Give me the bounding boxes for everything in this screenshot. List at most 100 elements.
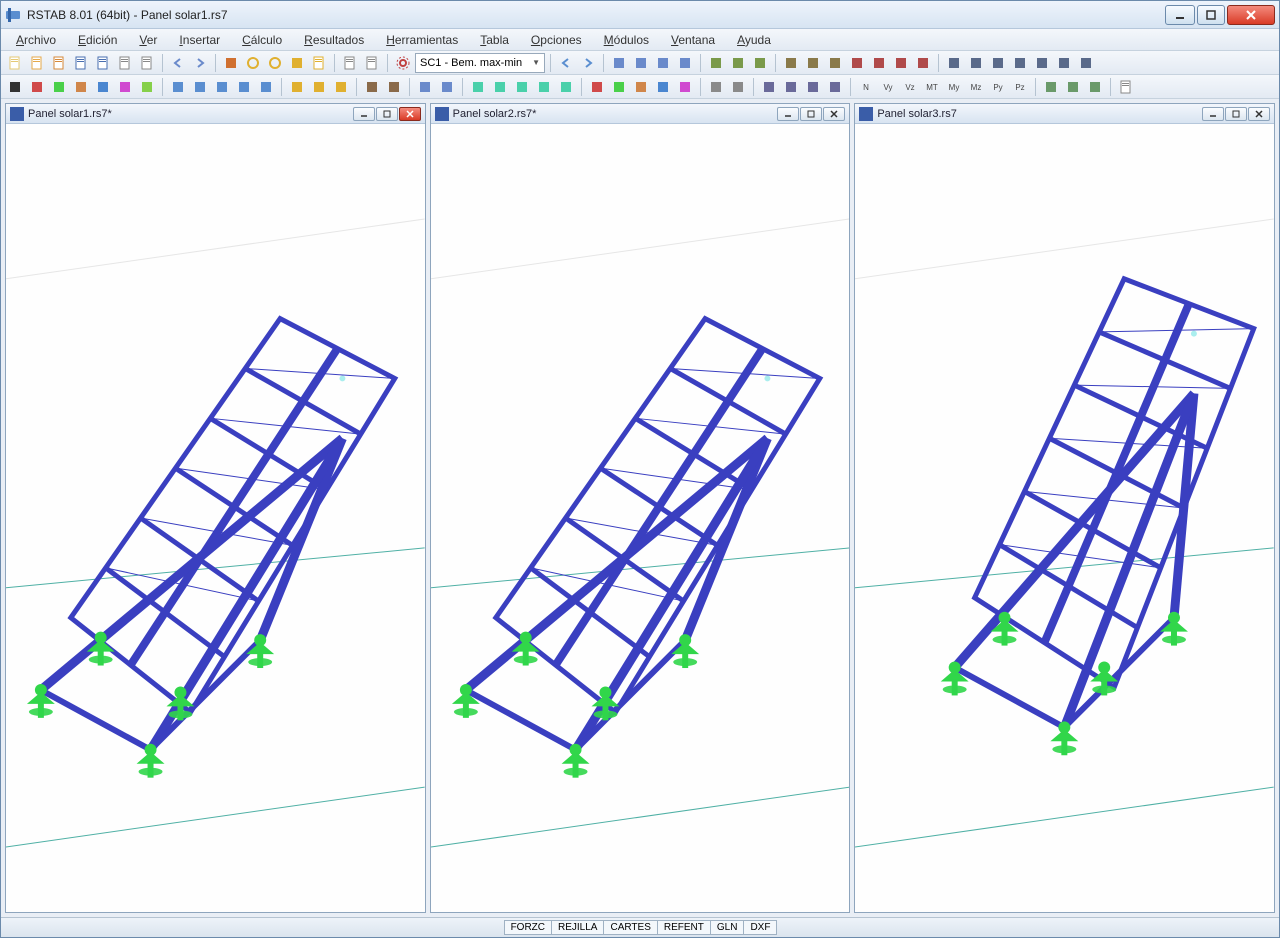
tool-c-button[interactable]: [988, 53, 1008, 73]
section-1-button[interactable]: [415, 77, 435, 97]
menu-edición[interactable]: Edición: [69, 30, 126, 50]
member-1-button[interactable]: [362, 77, 382, 97]
doc-maximize-button[interactable]: [1225, 107, 1247, 121]
edit-4-button[interactable]: [93, 77, 113, 97]
load-3-button[interactable]: [512, 77, 532, 97]
find-all-button[interactable]: [287, 53, 307, 73]
force-pz-button[interactable]: Pz: [1010, 77, 1030, 97]
menu-cálculo[interactable]: Cálculo: [233, 30, 291, 50]
minimize-button[interactable]: [1165, 5, 1195, 25]
load-case-combo[interactable]: SC1 - Bem. max-min▼: [415, 53, 545, 73]
extra-2-button[interactable]: [1063, 77, 1083, 97]
menu-herramientas[interactable]: Herramientas: [377, 30, 467, 50]
module-1-button[interactable]: [847, 53, 867, 73]
edit-1-button[interactable]: [27, 77, 47, 97]
node-3-button[interactable]: [212, 77, 232, 97]
maximize-button[interactable]: [1197, 5, 1225, 25]
force-vz-button[interactable]: Vz: [900, 77, 920, 97]
edit-5-button[interactable]: [115, 77, 135, 97]
menu-tabla[interactable]: Tabla: [471, 30, 518, 50]
redo-button[interactable]: [190, 53, 210, 73]
find-button[interactable]: [265, 53, 285, 73]
menu-insertar[interactable]: Insertar: [170, 30, 229, 50]
tool-a-button[interactable]: [944, 53, 964, 73]
grid-3-button[interactable]: [825, 53, 845, 73]
tool-e-button[interactable]: [1032, 53, 1052, 73]
menu-opciones[interactable]: Opciones: [522, 30, 591, 50]
load-1-button[interactable]: [468, 77, 488, 97]
doc-close-button[interactable]: [823, 107, 845, 121]
doc-minimize-button[interactable]: [1202, 107, 1224, 121]
menu-resultados[interactable]: Resultados: [295, 30, 373, 50]
new-button[interactable]: [5, 53, 25, 73]
extra-1-button[interactable]: [1041, 77, 1061, 97]
grid-1-button[interactable]: [781, 53, 801, 73]
node-1-button[interactable]: [168, 77, 188, 97]
results-3-button[interactable]: [653, 53, 673, 73]
node-2-button[interactable]: [190, 77, 210, 97]
load-4-button[interactable]: [534, 77, 554, 97]
tool-g-button[interactable]: [1076, 53, 1096, 73]
edit-6-button[interactable]: [137, 77, 157, 97]
axis-4-button[interactable]: [825, 77, 845, 97]
next-case-button[interactable]: [578, 53, 598, 73]
tool-b-button[interactable]: [966, 53, 986, 73]
viewport-3d[interactable]: [6, 124, 425, 912]
prev-case-button[interactable]: [556, 53, 576, 73]
force-mz-button[interactable]: Mz: [966, 77, 986, 97]
view-1-button[interactable]: [706, 53, 726, 73]
calc-button[interactable]: [393, 53, 413, 73]
status-forzc[interactable]: FORZC: [504, 920, 552, 935]
print-button[interactable]: [115, 53, 135, 73]
paste-button[interactable]: [309, 53, 329, 73]
table-button[interactable]: [1116, 77, 1136, 97]
edit-2-button[interactable]: [49, 77, 69, 97]
results-4-button[interactable]: [675, 53, 695, 73]
force-n-button[interactable]: N: [856, 77, 876, 97]
render-1-button[interactable]: [706, 77, 726, 97]
doc-minimize-button[interactable]: [353, 107, 375, 121]
line-2-button[interactable]: [309, 77, 329, 97]
open-button[interactable]: [27, 53, 47, 73]
axis-1-button[interactable]: [759, 77, 779, 97]
status-cartes[interactable]: CARTES: [603, 920, 657, 935]
module-2-button[interactable]: [869, 53, 889, 73]
axis-3-button[interactable]: [803, 77, 823, 97]
member-2-button[interactable]: [384, 77, 404, 97]
viewport-3d[interactable]: [431, 124, 850, 912]
doc-close-button[interactable]: [1248, 107, 1270, 121]
menu-ver[interactable]: Ver: [130, 30, 166, 50]
results-1-button[interactable]: [609, 53, 629, 73]
view-2-button[interactable]: [728, 53, 748, 73]
doc-close-button[interactable]: [399, 107, 421, 121]
close-button[interactable]: [1227, 5, 1275, 25]
menu-ventana[interactable]: Ventana: [662, 30, 724, 50]
disp-4-button[interactable]: [653, 77, 673, 97]
doc-minimize-button[interactable]: [777, 107, 799, 121]
disp-2-button[interactable]: [609, 77, 629, 97]
node-4-button[interactable]: [234, 77, 254, 97]
line-3-button[interactable]: [331, 77, 351, 97]
axis-2-button[interactable]: [781, 77, 801, 97]
node-5-button[interactable]: [256, 77, 276, 97]
disp-1-button[interactable]: [587, 77, 607, 97]
edit-3-button[interactable]: [71, 77, 91, 97]
save-button[interactable]: [71, 53, 91, 73]
load-2-button[interactable]: [490, 77, 510, 97]
render-2-button[interactable]: [728, 77, 748, 97]
status-gln[interactable]: GLN: [710, 920, 745, 935]
menu-archivo[interactable]: Archivo: [7, 30, 65, 50]
doc-maximize-button[interactable]: [376, 107, 398, 121]
zoom-button[interactable]: [243, 53, 263, 73]
force-vy-button[interactable]: Vy: [878, 77, 898, 97]
results-2-button[interactable]: [631, 53, 651, 73]
force-my-button[interactable]: My: [944, 77, 964, 97]
load-5-button[interactable]: [556, 77, 576, 97]
status-dxf[interactable]: DXF: [743, 920, 777, 935]
tool-f-button[interactable]: [1054, 53, 1074, 73]
module-3-button[interactable]: [891, 53, 911, 73]
line-1-button[interactable]: [287, 77, 307, 97]
grid-2-button[interactable]: [803, 53, 823, 73]
disp-3-button[interactable]: [631, 77, 651, 97]
disp-5-button[interactable]: [675, 77, 695, 97]
